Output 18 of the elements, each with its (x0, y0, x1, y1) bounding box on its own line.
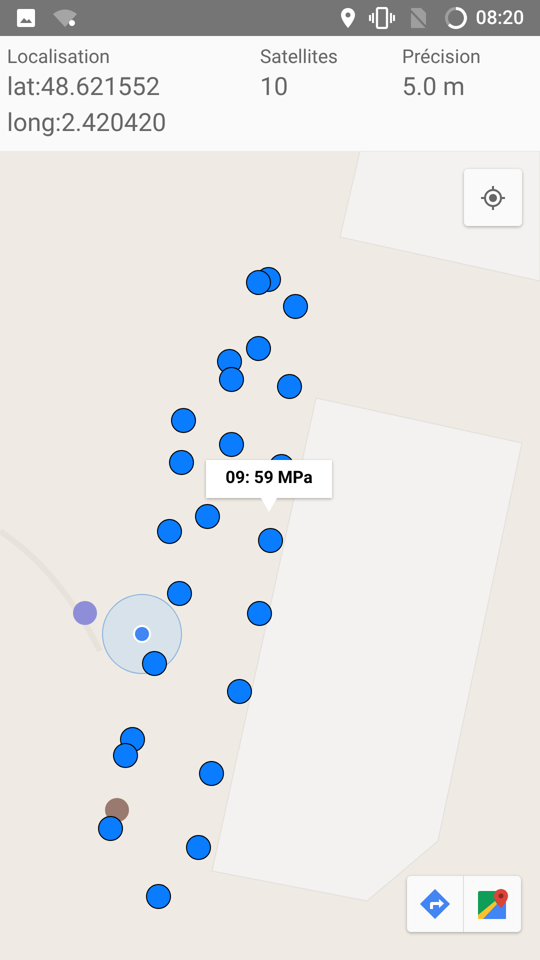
image-icon (16, 8, 36, 28)
info-label: Précision (402, 44, 482, 70)
wifi-icon (52, 8, 78, 28)
info-label: Localisation (7, 44, 111, 70)
info-value: long:2.420420 (7, 108, 168, 140)
marker-tooltip: 09: 59 MPa (206, 460, 332, 512)
vibrate-icon (368, 7, 396, 29)
maps-logo-icon (476, 888, 508, 920)
battery-ring-icon (444, 6, 468, 30)
info-value: 5.0 m (402, 72, 466, 104)
my-location-button[interactable] (464, 169, 522, 226)
location-pin-icon (340, 7, 356, 29)
info-label: Satellites (260, 44, 339, 70)
info-value: 10 (260, 72, 290, 104)
directions-icon (419, 888, 451, 920)
info-value: lat:48.621552 (7, 72, 161, 104)
clock-time: 08:20 (476, 4, 524, 31)
crosshair-icon (479, 184, 507, 212)
